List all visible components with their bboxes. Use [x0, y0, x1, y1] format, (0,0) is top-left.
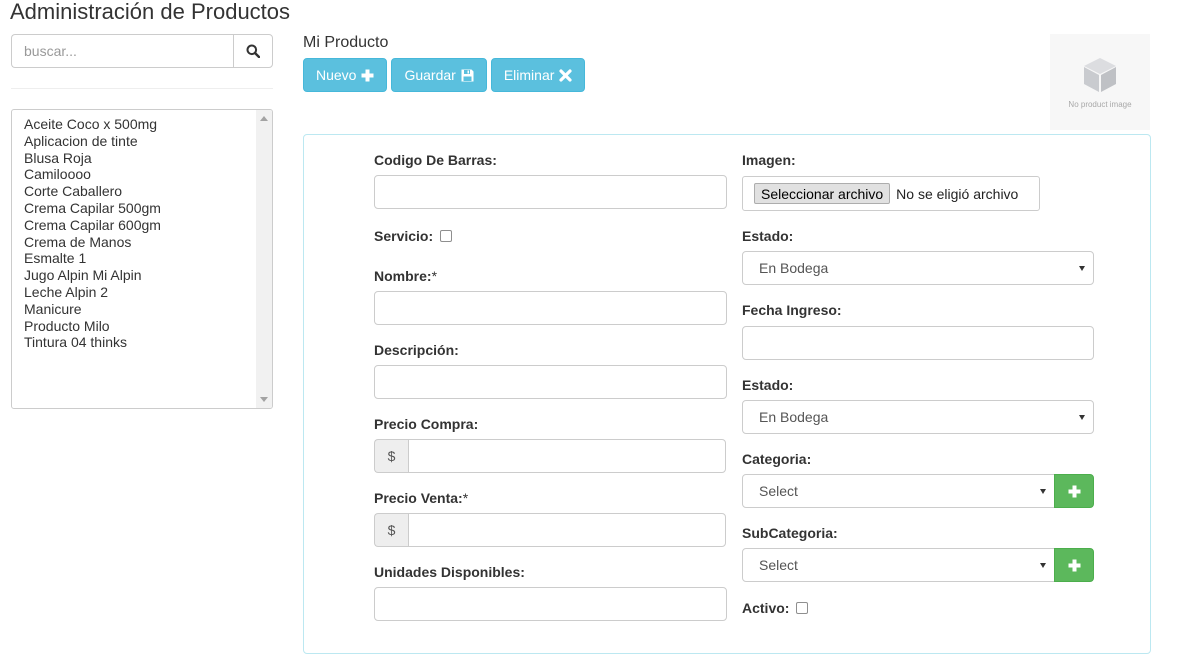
scroll-down-arrow-icon[interactable] [260, 397, 268, 402]
delete-button-label: Eliminar [503, 67, 555, 83]
purchase-price-label: Precio Compra: [374, 416, 479, 432]
barcode-input[interactable] [374, 175, 727, 209]
choose-file-button[interactable]: Seleccionar archivo [754, 183, 891, 204]
section-title: Mi Producto [303, 34, 389, 51]
add-category-button[interactable] [1054, 474, 1094, 508]
list-item[interactable]: Esmalte 1 [24, 250, 272, 267]
cube-icon [1084, 57, 1116, 92]
status-select-2-value: En Bodega [759, 409, 829, 425]
service-label: Servicio: [374, 228, 434, 244]
name-label: Nombre: [374, 268, 432, 284]
name-input[interactable] [374, 291, 727, 325]
sale-price-label: Precio Venta: [374, 490, 463, 506]
list-item[interactable]: Crema Capilar 500gm [24, 200, 272, 217]
service-checkbox[interactable] [440, 230, 453, 242]
status-label-2: Estado: [742, 377, 794, 393]
chevron-down-icon [1040, 488, 1046, 494]
sidebar-divider [11, 88, 273, 89]
name-required-mark: * [431, 268, 438, 284]
list-item[interactable]: Leche Alpin 2 [24, 284, 272, 301]
plus-icon [1068, 485, 1080, 497]
active-label: Activo: [742, 600, 790, 616]
toolbar: Nuevo Guardar Eliminar [303, 58, 586, 92]
page-title: Administración de Productos [10, 0, 291, 24]
chevron-down-icon [1079, 414, 1085, 420]
new-button[interactable]: Nuevo [303, 58, 388, 92]
list-item[interactable]: Crema Capilar 600gm [24, 217, 272, 234]
sale-price-required-mark: * [462, 490, 469, 506]
image-label: Imagen: [742, 152, 796, 168]
plus-icon [1068, 559, 1080, 571]
product-listbox[interactable]: Aceite Coco x 500mg Aplicacion de tinte Bl… [11, 109, 273, 409]
list-item[interactable]: Crema de Manos [24, 234, 272, 251]
sale-price-currency: $ [374, 513, 408, 547]
sale-price-label-row: Precio Venta:* [374, 488, 468, 508]
sale-price-input[interactable] [408, 513, 726, 547]
description-label: Descripción: [374, 342, 459, 358]
search-icon [246, 44, 260, 58]
entry-date-input[interactable] [742, 326, 1094, 360]
image-file-input[interactable]: Seleccionar archivo No se eligió archivo [742, 176, 1040, 211]
service-label-row: Servicio: [374, 226, 453, 246]
search-button[interactable] [233, 34, 273, 68]
entry-date-label: Fecha Ingreso: [742, 302, 842, 318]
new-button-label: Nuevo [316, 67, 357, 83]
category-select[interactable]: Select [742, 474, 1055, 508]
units-available-label: Unidades Disponibles: [374, 564, 525, 580]
search-input[interactable] [11, 34, 233, 68]
units-available-input[interactable] [374, 587, 727, 621]
subcategory-select-value: Select [759, 557, 798, 573]
active-label-row: Activo: [742, 598, 809, 618]
product-list-items: Aceite Coco x 500mg Aplicacion de tinte Bl… [12, 110, 272, 351]
product-image-placeholder: No product image [1050, 34, 1150, 130]
save-button-label: Guardar [404, 67, 456, 83]
description-input[interactable] [374, 365, 727, 399]
category-select-value: Select [759, 483, 798, 499]
list-item[interactable]: Corte Caballero [24, 183, 272, 200]
search-group [11, 34, 273, 68]
list-item[interactable]: Producto Milo [24, 318, 272, 335]
barcode-label: Codigo De Barras: [374, 152, 497, 168]
status-select-1[interactable]: En Bodega [742, 251, 1094, 285]
floppy-disk-icon [461, 69, 474, 81]
listbox-scrollbar[interactable] [256, 110, 272, 408]
category-label: Categoria: [742, 451, 812, 467]
sale-price-group: $ [374, 513, 726, 547]
scroll-up-arrow-icon[interactable] [260, 116, 268, 121]
status-select-2[interactable]: En Bodega [742, 400, 1094, 434]
list-item[interactable]: Camiloooo [24, 166, 272, 183]
save-button[interactable]: Guardar [391, 58, 487, 92]
file-status: No se eligió archivo [896, 185, 1019, 202]
subcategory-select[interactable]: Select [742, 548, 1055, 582]
delete-button[interactable]: Eliminar [490, 58, 586, 92]
list-item[interactable]: Aceite Coco x 500mg [24, 116, 272, 133]
list-item[interactable]: Blusa Roja [24, 150, 272, 167]
chevron-down-icon [1079, 265, 1085, 271]
purchase-price-input[interactable] [408, 439, 726, 473]
subcategory-label: SubCategoria: [742, 525, 838, 541]
plus-icon [361, 69, 374, 81]
list-item[interactable]: Aplicacion de tinte [24, 133, 272, 150]
status-select-1-value: En Bodega [759, 260, 829, 276]
name-label-row: Nombre:* [374, 266, 437, 286]
status-label-1: Estado: [742, 228, 794, 244]
list-item[interactable]: Manicure [24, 301, 272, 318]
no-image-text: No product image [1068, 99, 1132, 109]
purchase-price-group: $ [374, 439, 726, 473]
active-checkbox[interactable] [796, 602, 809, 614]
list-item[interactable]: Tintura 04 thinks [24, 334, 272, 351]
close-icon [559, 68, 573, 82]
list-item[interactable]: Jugo Alpin Mi Alpin [24, 267, 272, 284]
chevron-down-icon [1040, 562, 1046, 568]
add-subcategory-button[interactable] [1054, 548, 1094, 582]
purchase-price-currency: $ [374, 439, 408, 473]
